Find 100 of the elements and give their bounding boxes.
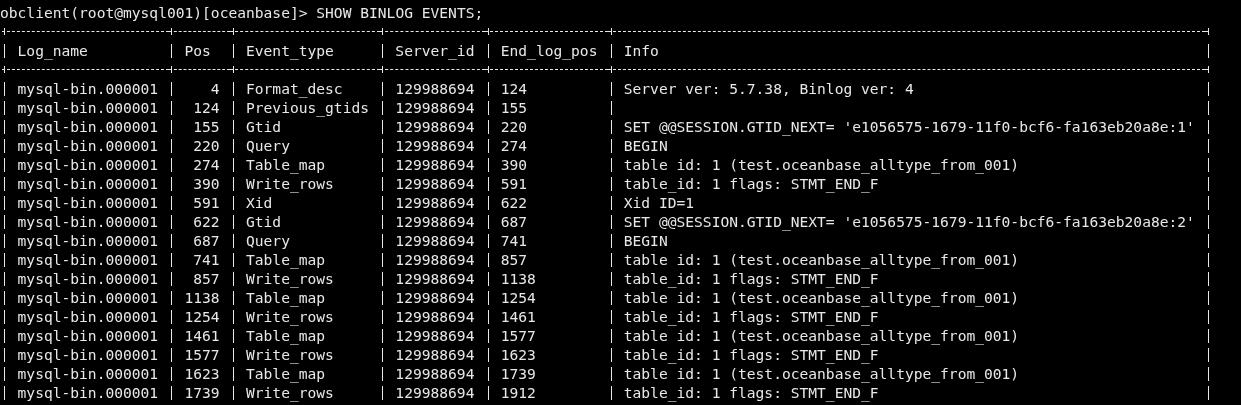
table-cell: Query (246, 232, 290, 249)
table-cell-text: 274 (192, 155, 220, 174)
table-cell: 129988694 (395, 118, 475, 135)
table-cell-text: 155 (192, 117, 220, 136)
table-cell: table id: 1 (test.oceanbase_alltype_from_001) (623, 251, 1020, 268)
table-cell: 129988694 (395, 308, 475, 325)
table-cell-text: 124 (192, 98, 220, 117)
table-cell: Table_map (246, 365, 326, 382)
table-cell: Write_rows (246, 175, 334, 192)
table-cell: mysql-bin.000001 (17, 156, 159, 173)
table-cell: 857 (500, 251, 528, 268)
table-cell: mysql-bin.000001 (17, 137, 159, 154)
table-cell: mysql-bin.000001 (17, 365, 159, 382)
table-cell: 622 (500, 194, 528, 211)
table-cell: 1912 (500, 384, 536, 401)
table-cell: 1461 (184, 326, 220, 345)
table-cell: 155 (500, 99, 528, 116)
table-cell: 687 (500, 213, 528, 230)
table-cell: 1623 (184, 364, 220, 383)
table-cell: Write_rows (246, 270, 334, 287)
table-cell: 129988694 (395, 137, 475, 154)
table-cell-text: 687 (192, 231, 220, 250)
table-cell: 390 (500, 156, 528, 173)
table-cell: 1254 (184, 307, 220, 326)
column-header: Pos (184, 42, 211, 59)
table-cell-text: 622 (192, 212, 220, 231)
table-cell: mysql-bin.000001 (17, 118, 159, 135)
table-cell: Server ver: 5.7.38, Binlog ver: 4 (623, 80, 914, 97)
table-cell-text: 741 (192, 250, 220, 269)
table-cell: mysql-bin.000001 (17, 175, 159, 192)
table-cell: table id: 1 (test.oceanbase_alltype_from_001) (623, 156, 1020, 173)
table-cell: Gtid (246, 213, 282, 230)
table-cell: mysql-bin.000001 (17, 384, 159, 401)
table-cell: 129988694 (395, 327, 475, 344)
table-cell: mysql-bin.000001 (17, 99, 159, 116)
table-cell: 1739 (500, 365, 536, 382)
table-cell: SET @@SESSION.GTID_NEXT= 'e1056575-1679-11f0-bcf6-fa163eb20a8e:2' (623, 213, 1195, 230)
table-cell: table id: 1 (test.oceanbase_alltype_from_001) (623, 365, 1020, 382)
table-cell: 1138 (500, 270, 536, 287)
table-cell: table_id: 1 flags: STMT_END_F (623, 384, 879, 401)
table-cell: mysql-bin.000001 (17, 80, 159, 97)
table-cell: mysql-bin.000001 (17, 232, 159, 249)
table-cell: table_id: 1 flags: STMT_END_F (623, 308, 879, 325)
table-cell: table_id: 1 flags: STMT_END_F (623, 175, 879, 192)
table-cell: Table_map (246, 289, 326, 306)
table-cell: mysql-bin.000001 (17, 213, 159, 230)
column-header: End_log_pos (500, 42, 598, 59)
table-cell: mysql-bin.000001 (17, 270, 159, 287)
table-cell: 124 (500, 80, 528, 97)
table-cell-text: 390 (192, 174, 220, 193)
table-cell: table id: 1 (test.oceanbase_alltype_from_001) (623, 289, 1020, 306)
table-cell: 129988694 (395, 270, 475, 287)
table-cell: 129988694 (395, 156, 475, 173)
table-cell-text: 4 (209, 79, 220, 98)
table-cell: SET @@SESSION.GTID_NEXT= 'e1056575-1679-11f0-bcf6-fa163eb20a8e:1' (623, 118, 1195, 135)
table-cell: mysql-bin.000001 (17, 251, 159, 268)
table-cell: table_id: 1 flags: STMT_END_F (623, 270, 879, 287)
table-cell: BEGIN (623, 137, 668, 154)
table-cell: 129988694 (395, 194, 475, 211)
table-cell: 129988694 (395, 384, 475, 401)
table-cell: Previous_gtids (246, 99, 369, 116)
table-cell: mysql-bin.000001 (17, 308, 159, 325)
table-cell: 1254 (500, 289, 536, 306)
table-cell: Gtid (246, 118, 282, 135)
table-cell: 741 (500, 232, 528, 249)
table-cell: Table_map (246, 327, 326, 344)
table-cell: Write_rows (246, 346, 334, 363)
table-cell: Xid ID=1 (623, 194, 695, 211)
table-cell: table_id: 1 flags: STMT_END_F (623, 346, 879, 363)
table-cell: 129988694 (395, 232, 475, 249)
column-header: Event_type (246, 42, 334, 59)
table-cell-text: 591 (192, 193, 220, 212)
table-cell: mysql-bin.000001 (17, 289, 159, 306)
column-header: Log_name (17, 42, 88, 59)
table-cell: Query (246, 137, 290, 154)
table-cell: 591 (500, 175, 528, 192)
table-cell-text: 220 (192, 136, 220, 155)
table-cell: 129988694 (395, 80, 475, 97)
table-cell: 129988694 (395, 365, 475, 382)
column-header: Server_id (395, 42, 475, 59)
table-cell: 1138 (184, 288, 220, 307)
column-header: Info (623, 42, 659, 59)
table-cell: 129988694 (395, 99, 475, 116)
table-cell: 274 (500, 137, 528, 154)
table-cell: mysql-bin.000001 (17, 346, 159, 363)
table-cell: Write_rows (246, 384, 334, 401)
table-cell: 129988694 (395, 289, 475, 306)
table-cell: 1623 (500, 346, 536, 363)
table-cell: BEGIN (623, 232, 668, 249)
table-cell: Table_map (246, 251, 326, 268)
table-cell: 1461 (500, 308, 536, 325)
table-cell-text: 857 (192, 269, 220, 288)
table-cell: Xid (246, 194, 273, 211)
table-cell: mysql-bin.000001 (17, 194, 159, 211)
table-cell: 1739 (184, 383, 220, 402)
table-cell: 129988694 (395, 175, 475, 192)
table-cell: Format_desc (246, 80, 343, 97)
table-cell: 220 (500, 118, 528, 135)
command-line: obclient(root@mysql001)[oceanbase]> SHOW BINLOG EVENTS; (0, 3, 484, 22)
table-cell: 1577 (500, 327, 536, 344)
